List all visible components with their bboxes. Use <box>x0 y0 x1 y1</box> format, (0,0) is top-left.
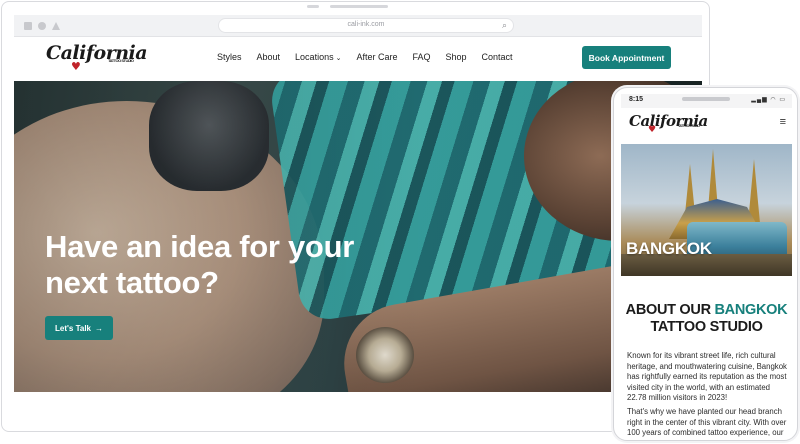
address-bar[interactable]: cali-ink.com ⌕ <box>218 18 514 33</box>
about-paragraph-2: That's why we have planted our head bran… <box>627 407 787 437</box>
phone-notch <box>682 97 730 101</box>
hero-title: Have an idea for your next tattoo? <box>45 229 354 300</box>
nav-shop[interactable]: Shop <box>445 52 466 62</box>
book-appointment-button[interactable]: Book Appointment <box>582 46 671 69</box>
desktop-mockup: cali-ink.com ⌕ California ♥ TATTOO STUDI… <box>1 1 710 432</box>
about-paragraph-1: Known for its vibrant street life, rich … <box>627 351 787 402</box>
window-triangle-icon[interactable] <box>52 22 60 30</box>
nav-after-care[interactable]: After Care <box>356 52 397 62</box>
nav-styles[interactable]: Styles <box>217 52 242 62</box>
hamburger-menu-icon[interactable]: ≡ <box>780 116 786 128</box>
address-url: cali-ink.com <box>347 21 385 28</box>
nav-contact[interactable]: Contact <box>482 52 513 62</box>
hero-banner: Have an idea for your next tattoo? Let's… <box>14 81 702 392</box>
window-circle-icon[interactable] <box>38 22 46 30</box>
status-bar: 8:15 ▂▄▆ ◠ ▭ <box>621 94 792 108</box>
device-top-bar <box>2 2 709 10</box>
logo-tagline: TATTOO STUDIO <box>108 58 134 63</box>
nav-locations-label: Locations <box>295 52 334 62</box>
phone-mockup: 8:15 ▂▄▆ ◠ ▭ California ♥ TATTOO STUDIO … <box>613 87 798 441</box>
heart-icon: ♥ <box>71 60 81 73</box>
mobile-logo-tagline: TATTOO STUDIO <box>678 124 700 128</box>
search-icon[interactable]: ⌕ <box>502 20 507 31</box>
about-heading-pre: ABOUT OUR <box>625 302 715 318</box>
status-time: 8:15 <box>629 96 644 103</box>
nav-locations[interactable]: Locations ⌄ <box>295 52 341 62</box>
heart-icon: ♥ <box>648 125 656 135</box>
window-square-icon[interactable] <box>24 22 32 30</box>
lets-talk-button[interactable]: Let's Talk → <box>45 316 113 340</box>
site-header: California ♥ TATTOO STUDIO Styles About … <box>14 37 702 81</box>
status-icons: ▂▄▆ ◠ ▭ <box>751 97 786 103</box>
mockup-stage: cali-ink.com ⌕ California ♥ TATTOO STUDI… <box>0 0 800 444</box>
lets-talk-label: Let's Talk <box>55 323 91 333</box>
nav-about[interactable]: About <box>257 52 281 62</box>
mobile-brand-logo[interactable]: California ♥ TATTOO STUDIO <box>629 112 708 135</box>
phone-screen: 8:15 ▂▄▆ ◠ ▭ California ♥ TATTOO STUDIO … <box>621 94 792 438</box>
browser-chrome: cali-ink.com ⌕ <box>14 15 702 37</box>
about-heading-post: TATTOO STUDIO <box>650 319 763 335</box>
chevron-down-icon: ⌄ <box>335 55 342 62</box>
city-banner-title: BANGKOK <box>626 239 712 258</box>
nav-faq[interactable]: FAQ <box>412 52 430 62</box>
about-heading-accent: BANGKOK <box>714 302 788 318</box>
city-banner: BANGKOK <box>621 144 792 276</box>
main-nav: Styles About Locations ⌄ After Care FAQ S… <box>217 52 528 62</box>
about-heading: ABOUT OUR BANGKOK TATTOO STUDIO <box>621 302 792 336</box>
camera-pill <box>307 5 319 8</box>
brand-logo[interactable]: California ♥ TATTOO STUDIO <box>46 42 148 73</box>
arrow-right-icon: → <box>95 323 103 333</box>
speaker-pill <box>330 5 388 8</box>
